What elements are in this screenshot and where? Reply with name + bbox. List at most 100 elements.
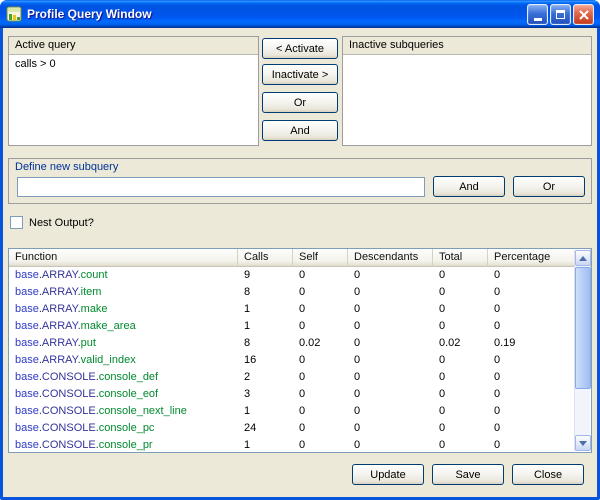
table-row[interactable]: base.ARRAY.count90000 (9, 267, 575, 284)
close-icon (579, 10, 589, 20)
arrow-down-icon (579, 441, 587, 446)
or-button[interactable]: Or (262, 92, 338, 113)
active-query-item[interactable]: calls > 0 (15, 58, 56, 70)
close-button[interactable] (573, 4, 594, 25)
scroll-down-button[interactable] (575, 435, 591, 451)
table-header: FunctionCallsSelfDescendantsTotalPercent… (9, 249, 591, 267)
active-query-label: Active query (9, 37, 258, 53)
table-row[interactable]: base.CONSOLE.console_def20000 (9, 369, 575, 386)
value-cell: 8 (238, 335, 293, 352)
value-cell: 0 (348, 420, 433, 437)
table-row[interactable]: base.ARRAY.put80.0200.020.19 (9, 335, 575, 352)
column-header-function[interactable]: Function (9, 249, 238, 267)
value-cell: 0 (293, 420, 348, 437)
client-area: Active query calls > 0 < Activate Inacti… (3, 28, 597, 497)
subquery-input[interactable] (17, 177, 425, 197)
define-subquery-label: Define new subquery (9, 159, 591, 175)
app-icon (6, 6, 22, 22)
value-cell: 1 (238, 301, 293, 318)
value-cell: 0 (433, 369, 488, 386)
table-row[interactable]: base.ARRAY.make10000 (9, 301, 575, 318)
close-dialog-button[interactable]: Close (512, 464, 584, 485)
value-cell: 0 (293, 403, 348, 420)
value-cell: 0 (348, 267, 433, 284)
table-body: base.ARRAY.count90000base.ARRAY.item8000… (9, 267, 575, 452)
save-button[interactable]: Save (432, 464, 504, 485)
table-row[interactable]: base.ARRAY.valid_index160000 (9, 352, 575, 369)
value-cell: 0.19 (488, 335, 575, 352)
inactive-subqueries-label: Inactive subqueries (343, 37, 591, 53)
table-row[interactable]: base.ARRAY.item80000 (9, 284, 575, 301)
subquery-or-button[interactable]: Or (513, 176, 585, 197)
value-cell: 0 (488, 420, 575, 437)
value-cell: 0 (488, 301, 575, 318)
value-cell: 0 (348, 369, 433, 386)
column-header-total[interactable]: Total (433, 249, 488, 267)
value-cell: 0 (433, 352, 488, 369)
function-cell: base.CONSOLE.console_pc (9, 420, 238, 437)
value-cell: 0 (488, 284, 575, 301)
scrollbar-thumb[interactable] (575, 267, 591, 389)
value-cell: 1 (238, 318, 293, 335)
value-cell: 0 (433, 420, 488, 437)
value-cell: 8 (238, 284, 293, 301)
minimize-button[interactable] (527, 4, 548, 25)
value-cell: 0 (488, 369, 575, 386)
value-cell: 0 (488, 386, 575, 403)
value-cell: 0 (433, 403, 488, 420)
title-bar[interactable]: Profile Query Window (0, 0, 600, 28)
value-cell: 1 (238, 403, 293, 420)
table-row[interactable]: base.CONSOLE.console_next_line10000 (9, 403, 575, 420)
minimize-icon (534, 18, 542, 21)
table-row[interactable]: base.CONSOLE.console_pr10000 (9, 437, 575, 452)
value-cell: 0 (348, 318, 433, 335)
value-cell: 0 (293, 318, 348, 335)
maximize-button[interactable] (550, 4, 571, 25)
inactive-subqueries-list[interactable] (343, 54, 591, 145)
value-cell: 0 (348, 403, 433, 420)
value-cell: 0 (488, 437, 575, 452)
value-cell: 0 (433, 318, 488, 335)
active-query-list[interactable]: calls > 0 (9, 54, 258, 145)
function-cell: base.CONSOLE.console_eof (9, 386, 238, 403)
value-cell: 0 (433, 284, 488, 301)
value-cell: 0 (348, 386, 433, 403)
function-cell: base.ARRAY.valid_index (9, 352, 238, 369)
value-cell: 0 (433, 386, 488, 403)
vertical-scrollbar[interactable] (574, 250, 590, 451)
column-header-calls[interactable]: Calls (238, 249, 293, 267)
function-cell: base.ARRAY.item (9, 284, 238, 301)
function-cell: base.ARRAY.make (9, 301, 238, 318)
value-cell: 16 (238, 352, 293, 369)
define-subquery-group: Define new subquery And Or (8, 158, 592, 204)
table-row[interactable]: base.CONSOLE.console_eof30000 (9, 386, 575, 403)
nest-output-checkbox[interactable]: ✓ (10, 216, 23, 229)
nest-output-label: Nest Output? (29, 217, 94, 229)
inactivate-button[interactable]: Inactivate > (262, 64, 338, 85)
value-cell: 0 (488, 267, 575, 284)
activate-button[interactable]: < Activate (262, 38, 338, 59)
table-row[interactable]: base.CONSOLE.console_pc240000 (9, 420, 575, 437)
function-cell: base.CONSOLE.console_pr (9, 437, 238, 452)
subquery-and-button[interactable]: And (433, 176, 505, 197)
value-cell: 0 (433, 267, 488, 284)
value-cell: 0 (433, 437, 488, 452)
inactive-subqueries-group: Inactive subqueries (342, 36, 592, 146)
column-header-descendants[interactable]: Descendants (348, 249, 433, 267)
update-button[interactable]: Update (352, 464, 424, 485)
value-cell: 0 (488, 403, 575, 420)
value-cell: 0 (293, 369, 348, 386)
value-cell: 0 (348, 352, 433, 369)
value-cell: 0.02 (293, 335, 348, 352)
value-cell: 3 (238, 386, 293, 403)
value-cell: 0 (433, 301, 488, 318)
table-row[interactable]: base.ARRAY.make_area10000 (9, 318, 575, 335)
scroll-up-button[interactable] (575, 250, 591, 266)
value-cell: 0 (293, 386, 348, 403)
nest-output-row: ✓ Nest Output? (10, 216, 94, 229)
function-cell: base.ARRAY.put (9, 335, 238, 352)
profile-query-window: Profile Query Window Active query calls … (0, 0, 600, 500)
function-cell: base.ARRAY.make_area (9, 318, 238, 335)
and-button[interactable]: And (262, 120, 338, 141)
column-header-self[interactable]: Self (293, 249, 348, 267)
